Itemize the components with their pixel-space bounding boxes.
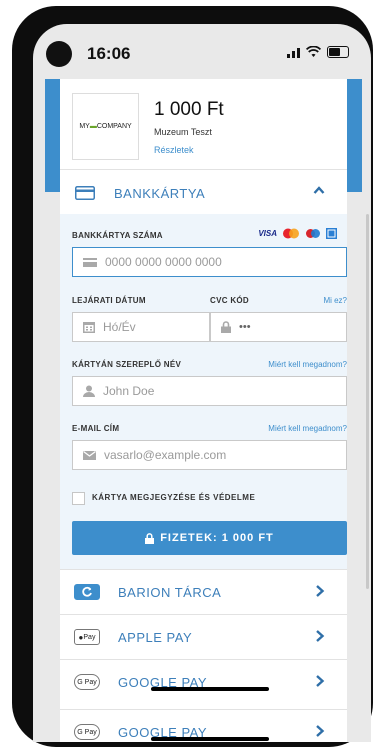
apple-pay-icon: ● Pay <box>74 629 100 645</box>
calendar-icon <box>83 321 95 333</box>
cardholder-name-placeholder: John Doe <box>103 384 155 398</box>
payment-panel: MY ▬ COMPANY 1 000 Ft Muzeum Teszt Részlet… <box>60 79 347 742</box>
card-number-label: BANKKÁRTYA SZÁMA <box>72 231 163 240</box>
shop-name: Muzeum Teszt <box>154 127 212 137</box>
payment-option-barion[interactable]: BARION TÁRCA <box>60 569 347 614</box>
logo-text-left: MY <box>79 123 90 130</box>
email-placeholder: vasarlo@example.com <box>104 448 227 462</box>
chevron-right-icon <box>316 585 325 597</box>
payment-option-label: BARION TÁRCA <box>118 584 222 600</box>
lock-icon <box>145 532 155 544</box>
user-icon <box>83 385 95 397</box>
payment-option-apple-pay[interactable]: ● Pay APPLE PAY <box>60 614 347 659</box>
google-pay-icon: G Pay <box>74 674 100 690</box>
status-bar: 16:06 <box>33 24 371 74</box>
home-indicator-2[interactable] <box>151 737 269 741</box>
card-number-placeholder: 0000 0000 0000 0000 <box>105 255 222 269</box>
email-label: E-MAIL CÍM <box>72 424 120 433</box>
mail-icon <box>83 450 96 460</box>
email-input[interactable]: vasarlo@example.com <box>72 440 347 470</box>
email-help-link[interactable]: Miért kell megadnom? <box>268 424 347 433</box>
bankcard-section-header[interactable]: BANKKÁRTYA <box>60 169 347 216</box>
cardholder-name-input[interactable]: John Doe <box>72 376 347 406</box>
scrollbar[interactable] <box>366 214 369 589</box>
chevron-right-icon <box>316 725 325 737</box>
pay-button[interactable]: FIZETEK: 1 000 FT <box>72 521 347 555</box>
bankcard-form: BANKKÁRTYA SZÁMA VISA 0000 0000 0000 000… <box>60 214 347 604</box>
bankcard-title: BANKKÁRTYA <box>114 185 206 201</box>
camera-cutout <box>46 41 72 67</box>
logo-text-right: COMPANY <box>96 123 132 130</box>
payment-option-google-pay[interactable]: G Pay GOOGLE PAY <box>60 659 347 704</box>
expiry-label: LEJÁRATI DÁTUM <box>72 296 146 305</box>
card-number-input[interactable]: 0000 0000 0000 0000 <box>72 247 347 277</box>
details-link[interactable]: Részletek <box>154 145 194 155</box>
chevron-right-icon <box>316 630 325 642</box>
cardholder-name-label: KÁRTYÁN SZEREPLŐ NÉV <box>72 360 182 369</box>
chevron-up-icon <box>313 186 325 194</box>
visa-logo: VISA <box>258 229 277 238</box>
remember-card-label: KÁRTYA MEGJEGYZÉSE ÉS VÉDELME <box>92 493 256 502</box>
google-pay-icon: G Pay <box>74 724 100 740</box>
name-help-link[interactable]: Miért kell megadnom? <box>268 360 347 369</box>
cvc-help-link[interactable]: Mi ez? <box>323 296 347 305</box>
remember-card-checkbox[interactable] <box>72 492 85 505</box>
apple-pay-badge-text: Pay <box>83 633 96 641</box>
mastercard-logo <box>283 228 299 239</box>
signal-icon <box>287 46 300 58</box>
home-indicator[interactable] <box>151 687 269 691</box>
cvc-label: CVC KÓD <box>210 296 249 305</box>
card-brands: VISA <box>258 228 337 239</box>
google-pay-badge-text: G Pay <box>77 728 97 736</box>
phone-screen: 16:06 MY ▬ COMPANY 1 000 Ft Muzeum Teszt… <box>33 24 371 742</box>
credit-card-icon <box>74 185 96 201</box>
card-icon <box>83 257 97 267</box>
payment-option-label: APPLE PAY <box>118 629 193 645</box>
cvc-placeholder: ••• <box>239 321 251 333</box>
cvc-input[interactable]: ••• <box>210 312 347 342</box>
wifi-icon <box>306 46 321 57</box>
battery-icon <box>327 46 349 58</box>
expiry-placeholder: Hó/Év <box>103 320 136 334</box>
status-time: 16:06 <box>87 44 131 63</box>
payment-amount: 1 000 Ft <box>154 99 224 120</box>
merchant-summary: MY ▬ COMPANY 1 000 Ft Muzeum Teszt Részlet… <box>60 79 347 169</box>
phone-frame: 16:06 MY ▬ COMPANY 1 000 Ft Muzeum Teszt… <box>12 6 373 747</box>
company-logo: MY ▬ COMPANY <box>72 93 139 160</box>
status-icons <box>287 46 349 58</box>
expiry-input[interactable]: Hó/Év <box>72 312 210 342</box>
chevron-right-icon <box>316 675 325 687</box>
pay-button-label: FIZETEK: 1 000 FT <box>160 532 274 544</box>
logo-mark: ▬ <box>89 123 97 130</box>
barion-icon <box>74 584 100 600</box>
amex-logo <box>326 228 337 239</box>
maestro-logo <box>306 229 320 238</box>
google-pay-badge-text: G Pay <box>77 678 97 686</box>
lock-icon <box>221 321 231 333</box>
